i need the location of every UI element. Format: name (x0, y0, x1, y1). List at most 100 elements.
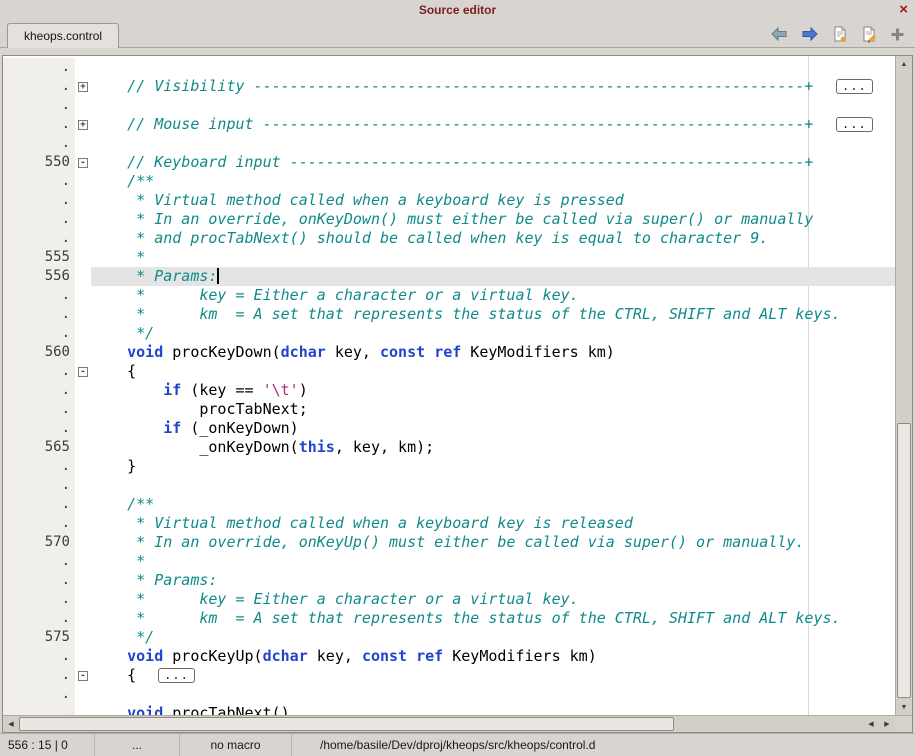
line-number[interactable]: . (3, 191, 75, 210)
fold-margin[interactable] (75, 419, 91, 438)
fold-margin[interactable] (75, 172, 91, 191)
line-number[interactable]: . (3, 590, 75, 609)
nav-forward-icon[interactable] (801, 26, 819, 42)
line-number[interactable]: . (3, 400, 75, 419)
detach-icon[interactable] (890, 27, 905, 42)
line-number[interactable]: . (3, 172, 75, 191)
code-line[interactable]: 556 * Params: (3, 267, 895, 286)
code-line[interactable]: . * (3, 552, 895, 571)
line-content[interactable]: * Params: (91, 571, 895, 590)
fold-margin[interactable]: - (75, 666, 91, 685)
line-number[interactable]: . (3, 666, 75, 685)
line-content[interactable]: void procKeyUp(dchar key, const ref KeyM… (91, 647, 895, 666)
line-number[interactable]: . (3, 609, 75, 628)
line-content[interactable]: * Virtual method called when a keyboard … (91, 514, 895, 533)
line-number[interactable]: . (3, 286, 75, 305)
fold-ellipsis-box[interactable]: ... (836, 117, 873, 132)
fold-margin[interactable] (75, 495, 91, 514)
code-line[interactable]: . void procKeyUp(dchar key, const ref Ke… (3, 647, 895, 666)
fold-margin[interactable] (75, 476, 91, 495)
line-content[interactable]: * Params: (91, 267, 895, 286)
line-number[interactable]: . (3, 685, 75, 704)
code-line[interactable]: . /** (3, 495, 895, 514)
line-number[interactable]: . (3, 704, 75, 715)
line-number[interactable]: . (3, 134, 75, 153)
fold-margin[interactable] (75, 552, 91, 571)
line-content[interactable] (91, 96, 895, 115)
line-content[interactable]: void procTabNext() (91, 704, 895, 715)
line-number[interactable]: . (3, 647, 75, 666)
line-content[interactable]: _onKeyDown(this, key, km); (91, 438, 895, 457)
fold-expand-icon[interactable]: + (78, 82, 88, 92)
line-content[interactable]: * key = Either a character or a virtual … (91, 590, 895, 609)
line-number[interactable]: . (3, 305, 75, 324)
code-line[interactable]: . (3, 476, 895, 495)
line-content[interactable] (91, 134, 895, 153)
fold-margin[interactable] (75, 286, 91, 305)
fold-margin[interactable] (75, 628, 91, 647)
fold-margin[interactable] (75, 514, 91, 533)
line-content[interactable]: // Keyboard input ----------------------… (91, 153, 895, 172)
fold-margin[interactable] (75, 685, 91, 704)
line-content[interactable]: */ (91, 324, 895, 343)
line-number[interactable]: . (3, 381, 75, 400)
line-content[interactable]: /** (91, 495, 895, 514)
line-number[interactable]: . (3, 77, 75, 96)
code-line[interactable]: . (3, 96, 895, 115)
line-number[interactable]: . (3, 58, 75, 77)
close-icon[interactable]: × (899, 0, 908, 19)
line-content[interactable]: {... (91, 666, 895, 685)
editor-lines[interactable]: ..+ // Visibility ----------------------… (3, 56, 895, 715)
line-content[interactable]: void procKeyDown(dchar key, const ref Ke… (91, 343, 895, 362)
fold-margin[interactable] (75, 305, 91, 324)
fold-margin[interactable] (75, 58, 91, 77)
line-number[interactable]: . (3, 571, 75, 590)
line-number[interactable]: . (3, 229, 75, 248)
vertical-scroll-thumb[interactable] (897, 423, 911, 698)
fold-margin[interactable] (75, 191, 91, 210)
scroll-left-button-2[interactable]: ◀ (863, 716, 879, 732)
code-line[interactable]: . * km = A set that represents the statu… (3, 305, 895, 324)
fold-margin[interactable] (75, 457, 91, 476)
code-line[interactable]: . (3, 134, 895, 153)
horizontal-scroll-track[interactable] (19, 716, 863, 732)
line-content[interactable] (91, 58, 895, 77)
line-content[interactable]: } (91, 457, 895, 476)
fold-margin[interactable]: - (75, 153, 91, 172)
code-line[interactable]: 550- // Keyboard input -----------------… (3, 153, 895, 172)
fold-collapse-icon[interactable]: - (78, 158, 88, 168)
line-content[interactable]: * Virtual method called when a keyboard … (91, 191, 895, 210)
line-content[interactable]: if (key == '\t') (91, 381, 895, 400)
code-line[interactable]: . procTabNext; (3, 400, 895, 419)
fold-margin[interactable] (75, 533, 91, 552)
fold-margin[interactable] (75, 134, 91, 153)
code-line[interactable]: . void procTabNext() (3, 704, 895, 715)
code-line[interactable]: 560 void procKeyDown(dchar key, const re… (3, 343, 895, 362)
line-content[interactable] (91, 685, 895, 704)
nav-back-icon[interactable] (770, 26, 788, 42)
line-content[interactable]: // Visibility --------------------------… (91, 77, 895, 96)
fold-margin[interactable] (75, 704, 91, 715)
fold-margin[interactable] (75, 343, 91, 362)
line-content[interactable]: */ (91, 628, 895, 647)
fold-ellipsis-box[interactable]: ... (836, 79, 873, 94)
scroll-right-button[interactable]: ▶ (879, 716, 895, 732)
code-line[interactable]: . /** (3, 172, 895, 191)
code-line[interactable]: . if (_onKeyDown) (3, 419, 895, 438)
save-document-icon[interactable] (861, 26, 877, 43)
code-line[interactable]: . (3, 58, 895, 77)
line-number[interactable]: . (3, 419, 75, 438)
fold-margin[interactable] (75, 400, 91, 419)
line-content[interactable]: * In an override, onKeyUp() must either … (91, 533, 895, 552)
line-number[interactable]: . (3, 96, 75, 115)
fold-margin[interactable] (75, 609, 91, 628)
fold-margin[interactable]: + (75, 77, 91, 96)
code-line[interactable]: . if (key == '\t') (3, 381, 895, 400)
code-line[interactable]: . * and procTabNext() should be called w… (3, 229, 895, 248)
code-line[interactable]: . } (3, 457, 895, 476)
line-content[interactable]: * (91, 552, 895, 571)
scroll-left-button[interactable]: ◀ (3, 716, 19, 732)
fold-ellipsis-box[interactable]: ... (158, 668, 195, 683)
line-content[interactable]: procTabNext; (91, 400, 895, 419)
horizontal-scrollbar[interactable]: ◀ ◀ ▶ (3, 716, 895, 732)
